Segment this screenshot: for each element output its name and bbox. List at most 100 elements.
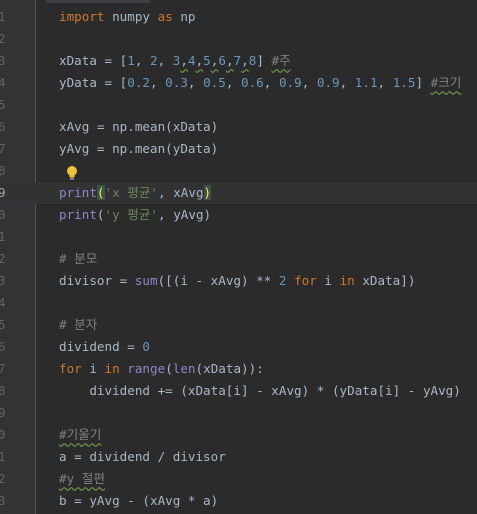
line-number: 7 [0, 141, 6, 156]
number-token: 4 [187, 53, 196, 68]
number-token: 0.9 [278, 75, 302, 90]
code-token: (xData)): [195, 361, 264, 376]
comment-line[interactable]: #기울기 [59, 424, 101, 446]
number-token: 1.5 [392, 75, 416, 90]
line-number: 3 [0, 273, 6, 288]
code-text[interactable]: yAvg = np.mean(yData) [59, 138, 218, 160]
code-line[interactable]: 4 [0, 292, 477, 314]
line-number: 4 [0, 295, 6, 310]
code-text[interactable]: xAvg = np.mean(xData) [59, 116, 218, 138]
number-token: 1.1 [354, 75, 378, 90]
keyword-as: as [157, 9, 173, 24]
code-line[interactable]: 1 [0, 226, 477, 248]
line-number: 3 [0, 53, 6, 68]
comment-line[interactable]: #y 절편 [59, 468, 105, 490]
code-token: i [316, 273, 340, 288]
code-line[interactable]: 3 divisor = sum([(i - xAvg) ** 2 for i i… [0, 270, 477, 292]
code-token: , xAvg [158, 185, 204, 200]
code-line[interactable]: 2 # 분모 [0, 248, 477, 270]
code-line[interactable]: 6 xAvg = np.mean(xData) [0, 116, 477, 138]
code-token: ] [415, 75, 431, 90]
code-token: , [241, 53, 249, 68]
code-text[interactable]: divisor = sum([(i - xAvg) ** 2 for i in … [59, 270, 415, 292]
code-line[interactable]: 5 [0, 94, 477, 116]
code-text[interactable]: a = dividend / divisor [59, 446, 226, 468]
code-area[interactable]: 1 import numpy as np 2 3 xData = [1, 2, … [0, 0, 477, 514]
code-token: , [157, 53, 173, 68]
code-token: , [301, 75, 317, 90]
comment-line[interactable]: # 분모 [59, 248, 97, 270]
number-token: 5 [203, 53, 211, 68]
line-number: 5 [0, 317, 6, 332]
code-line[interactable]: 0 #기울기 [0, 424, 477, 446]
number-token: 0.5 [203, 75, 226, 90]
code-token: ( [96, 207, 105, 222]
line-number: 9 [0, 185, 6, 200]
module-name: numpy [104, 9, 158, 24]
code-text[interactable]: b = yAvg - (xAvg * a) [59, 490, 218, 512]
line-number: 3 [0, 493, 6, 508]
string-token: 'y 평균' [104, 207, 159, 222]
code-line[interactable]: 2 #y 절편 [0, 468, 477, 490]
string-token: 'x 평균' [104, 185, 159, 200]
line-number: 1 [0, 229, 6, 244]
code-line[interactable]: 7 for i in range(len(xData)): [0, 358, 477, 380]
code-line[interactable]: 0 print('y 평균', yAvg) [0, 204, 477, 226]
code-text[interactable]: import numpy as np [59, 6, 196, 28]
builtin-token: sum [134, 273, 158, 288]
code-editor[interactable]: 1 import numpy as np 2 3 xData = [1, 2, … [0, 0, 477, 514]
code-line[interactable]: 7 yAvg = np.mean(yData) [0, 138, 477, 160]
number-token: 0.9 [316, 75, 340, 90]
keyword-in: in [104, 361, 120, 376]
line-number: 0 [0, 427, 6, 442]
comment-line[interactable]: # 분자 [59, 314, 97, 336]
code-text[interactable]: print('x 평균', xAvg) [59, 182, 212, 204]
code-token: ( [165, 361, 173, 376]
code-token: , [225, 75, 242, 90]
line-number: 6 [0, 339, 6, 354]
code-line[interactable]: 2 [0, 28, 477, 50]
code-text[interactable]: dividend += (xData[i] - xAvg) * (yData[i… [59, 380, 461, 402]
builtin-token: print [59, 207, 97, 222]
code-line[interactable]: 5 # 분자 [0, 314, 477, 336]
line-number: 5 [0, 97, 6, 112]
line-number: 9 [0, 405, 6, 420]
code-line[interactable]: 3 b = yAvg - (xAvg * a) [0, 490, 477, 512]
keyword-import: import [59, 9, 105, 24]
line-number: 1 [0, 9, 6, 24]
line-number: 2 [0, 471, 6, 486]
code-token: i [81, 361, 105, 376]
line-number: 8 [0, 383, 6, 398]
code-line[interactable]: 4 yData = [0.2, 0.3, 0.5, 0.6, 0.9, 0.9,… [0, 72, 477, 94]
code-token: , [377, 75, 393, 90]
code-text[interactable]: print('y 평균', yAvg) [59, 204, 211, 226]
code-text[interactable]: for i in range(len(xData)): [59, 358, 264, 380]
matched-brace: ) [203, 185, 212, 200]
code-token: , [180, 53, 188, 68]
keyword-for: for [59, 361, 82, 376]
code-text[interactable]: xData = [1, 2, 3,4,5,6,7,8] #주 [59, 50, 291, 72]
code-token: xData]) [354, 273, 416, 288]
code-line[interactable]: 6 dividend = 0 [0, 336, 477, 358]
number-token: 2 [150, 53, 158, 68]
code-line[interactable]: 3 xData = [1, 2, 3,4,5,6,7,8] #주 [0, 50, 477, 72]
module-alias: np [172, 9, 196, 24]
number-token: 0.2 [127, 75, 150, 90]
code-line-current[interactable]: 9 print('x 평균', xAvg) [0, 182, 477, 204]
code-token: , [150, 75, 166, 90]
comment-token: #주 [271, 53, 291, 68]
line-number: 4 [0, 75, 6, 90]
code-text[interactable]: yData = [0.2, 0.3, 0.5, 0.6, 0.9, 0.9, 1… [59, 72, 461, 94]
code-line[interactable]: 1 import numpy as np [0, 6, 477, 28]
line-number: 7 [0, 361, 6, 376]
code-line[interactable]: 1 a = dividend / divisor [0, 446, 477, 468]
code-line[interactable]: 8 dividend += (xData[i] - xAvg) * (yData… [0, 380, 477, 402]
lightbulb-icon[interactable] [66, 165, 78, 181]
line-number: 0 [0, 207, 6, 222]
line-number: 6 [0, 119, 6, 134]
code-line[interactable]: 9 [0, 402, 477, 424]
number-token: 6 [218, 53, 226, 68]
code-text[interactable]: dividend = 0 [59, 336, 150, 358]
code-token: , [134, 53, 151, 68]
